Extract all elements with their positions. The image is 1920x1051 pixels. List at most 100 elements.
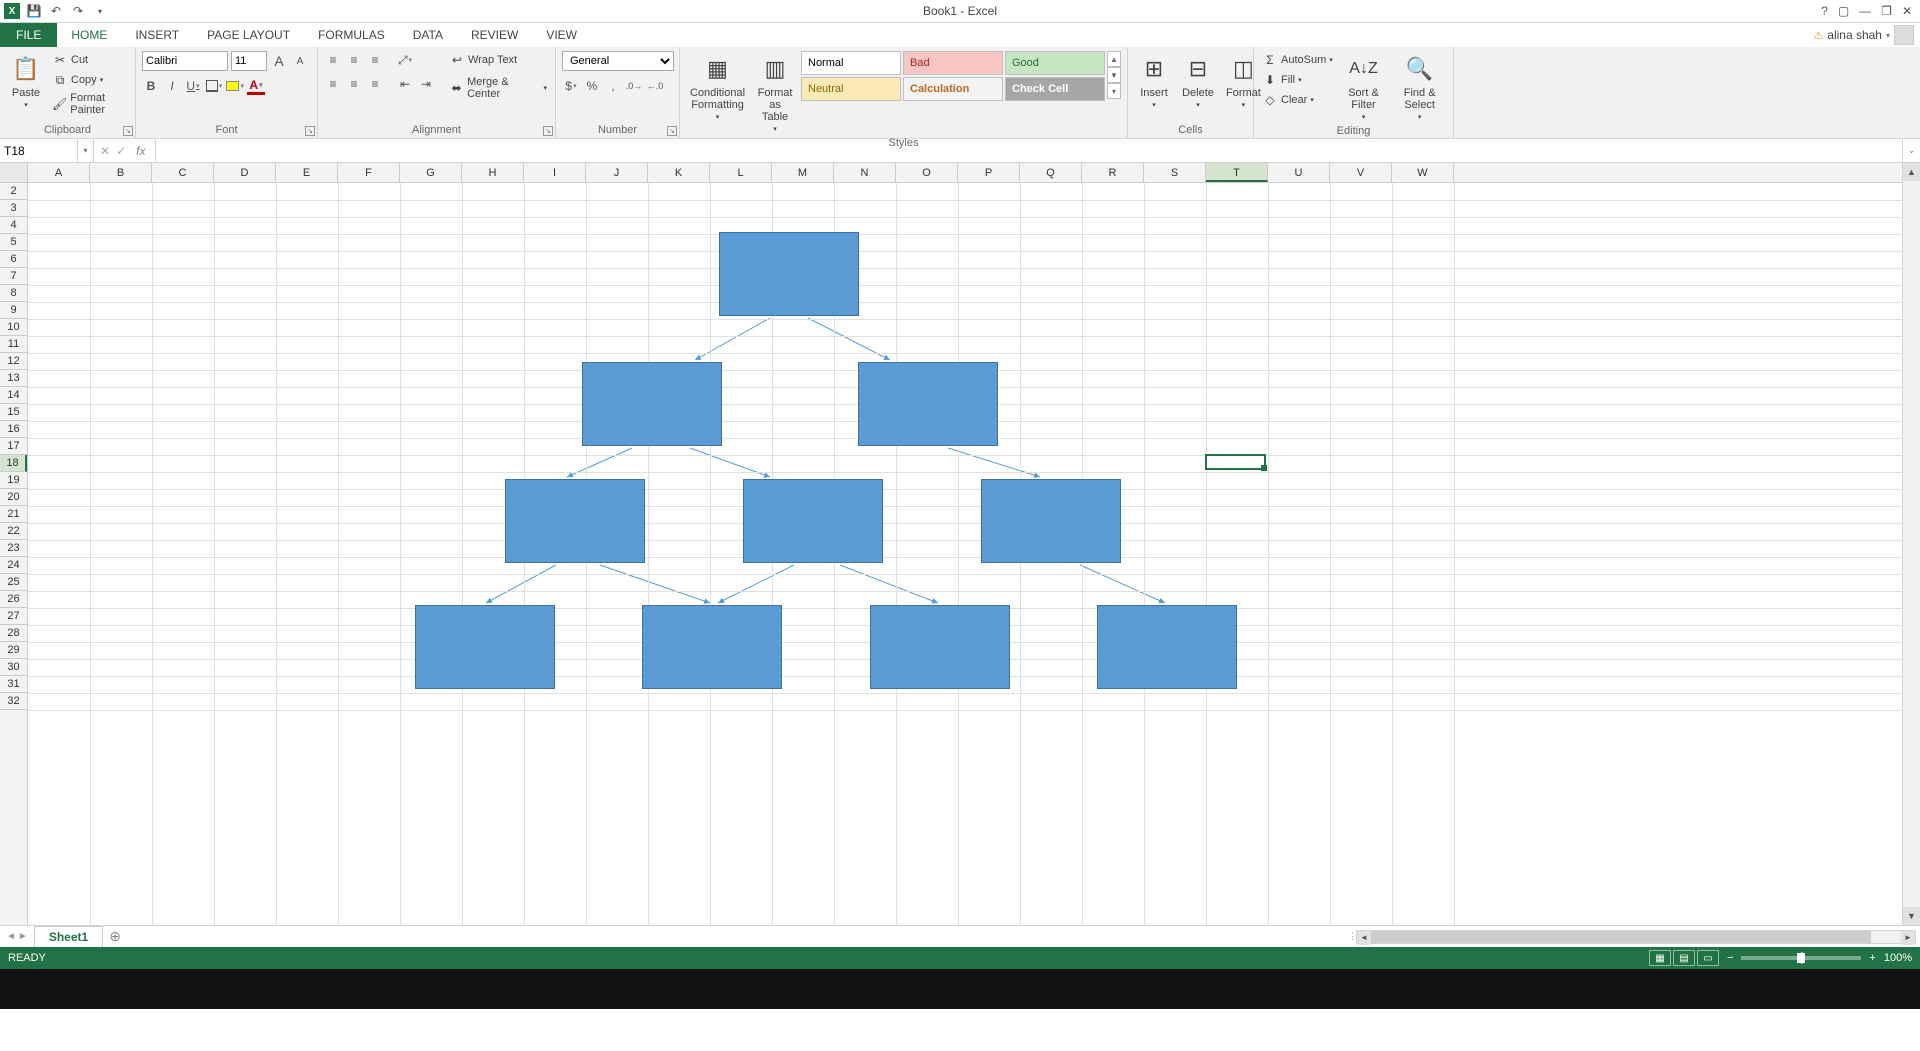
row-header-25[interactable]: 25 — [0, 574, 27, 591]
undo-icon[interactable]: ↶ — [48, 3, 64, 19]
enter-formula-icon[interactable]: ✓ — [116, 144, 126, 158]
select-all-button[interactable] — [0, 163, 28, 182]
col-header-N[interactable]: N — [834, 163, 896, 182]
shape-rectangle[interactable] — [719, 232, 859, 316]
row-header-2[interactable]: 2 — [0, 183, 27, 200]
col-header-I[interactable]: I — [524, 163, 586, 182]
increase-indent-button[interactable]: ⇥ — [417, 75, 435, 93]
row-header-16[interactable]: 16 — [0, 421, 27, 438]
decrease-decimal-button[interactable]: ←.0 — [646, 77, 664, 95]
qat-customize-icon[interactable]: ▾ — [92, 3, 108, 19]
row-header-11[interactable]: 11 — [0, 336, 27, 353]
row-header-23[interactable]: 23 — [0, 540, 27, 557]
align-middle-button[interactable]: ≡ — [345, 51, 363, 69]
help-icon[interactable]: ? — [1821, 4, 1828, 18]
hscroll-right-icon[interactable]: ► — [1901, 931, 1915, 945]
col-header-M[interactable]: M — [772, 163, 834, 182]
col-header-S[interactable]: S — [1144, 163, 1206, 182]
col-header-D[interactable]: D — [214, 163, 276, 182]
row-header-17[interactable]: 17 — [0, 438, 27, 455]
sheet-nav-prev-icon[interactable]: ◄ — [6, 931, 16, 942]
tab-file[interactable]: FILE — [0, 23, 57, 47]
shape-rectangle[interactable] — [642, 605, 782, 689]
row-header-29[interactable]: 29 — [0, 642, 27, 659]
clipboard-dialog-launcher[interactable]: ↘ — [123, 126, 133, 136]
sheet-tab-sheet1[interactable]: Sheet1 — [34, 926, 103, 947]
row-header-22[interactable]: 22 — [0, 523, 27, 540]
merge-center-button[interactable]: ⬌Merge & Center▾ — [447, 75, 549, 101]
row-header-27[interactable]: 27 — [0, 608, 27, 625]
view-page-layout-icon[interactable]: ▤ — [1673, 950, 1695, 966]
wrap-text-button[interactable]: ↩Wrap Text — [447, 51, 549, 69]
delete-cells-button[interactable]: ⊟Delete▾ — [1178, 51, 1218, 111]
insert-cells-button[interactable]: ⊞Insert▾ — [1134, 51, 1174, 111]
col-header-A[interactable]: A — [28, 163, 90, 182]
hscroll-left-icon[interactable]: ◄ — [1357, 931, 1371, 945]
shape-rectangle[interactable] — [415, 605, 555, 689]
row-header-19[interactable]: 19 — [0, 472, 27, 489]
horizontal-scrollbar[interactable]: ⋮ ◄ ► — [127, 926, 1920, 947]
italic-button[interactable]: I — [163, 77, 181, 95]
alignment-dialog-launcher[interactable]: ↘ — [543, 126, 553, 136]
row-header-13[interactable]: 13 — [0, 370, 27, 387]
grow-font-button[interactable]: A — [270, 52, 288, 70]
gallery-more-icon[interactable]: ▾ — [1107, 83, 1121, 99]
shape-arrow[interactable] — [1080, 565, 1165, 603]
row-header-12[interactable]: 12 — [0, 353, 27, 370]
row-header-3[interactable]: 3 — [0, 200, 27, 217]
shape-arrow[interactable] — [840, 565, 938, 603]
row-header-26[interactable]: 26 — [0, 591, 27, 608]
align-bottom-button[interactable]: ≡ — [366, 51, 384, 69]
col-header-K[interactable]: K — [648, 163, 710, 182]
shape-rectangle[interactable] — [582, 362, 722, 446]
cancel-formula-icon[interactable]: ✕ — [100, 144, 110, 158]
orientation-button[interactable]: ⤢ — [396, 51, 414, 69]
style-good[interactable]: Good — [1005, 51, 1105, 75]
row-header-28[interactable]: 28 — [0, 625, 27, 642]
sheet-nav-next-icon[interactable]: ► — [18, 931, 28, 942]
decrease-indent-button[interactable]: ⇤ — [396, 75, 414, 93]
maximize-icon[interactable]: ❐ — [1881, 4, 1892, 18]
col-header-C[interactable]: C — [152, 163, 214, 182]
style-normal[interactable]: Normal — [801, 51, 901, 75]
shape-rectangle[interactable] — [870, 605, 1010, 689]
number-dialog-launcher[interactable]: ↘ — [667, 126, 677, 136]
style-neutral[interactable]: Neutral — [801, 77, 901, 101]
shape-rectangle[interactable] — [743, 479, 883, 563]
close-icon[interactable]: ✕ — [1902, 4, 1912, 18]
comma-button[interactable]: , — [604, 77, 622, 95]
format-painter-button[interactable]: 🖌Format Painter — [50, 91, 129, 117]
row-header-30[interactable]: 30 — [0, 659, 27, 676]
paste-button[interactable]: 📋 Paste ▾ — [6, 51, 46, 111]
col-header-L[interactable]: L — [710, 163, 772, 182]
shape-arrow[interactable] — [486, 565, 556, 603]
col-header-B[interactable]: B — [90, 163, 152, 182]
tab-home[interactable]: HOME — [57, 23, 121, 47]
style-check-cell[interactable]: Check Cell — [1005, 77, 1105, 101]
windows-taskbar[interactable] — [0, 969, 1920, 1009]
tab-formulas[interactable]: FORMULAS — [304, 23, 399, 47]
font-size-input[interactable] — [231, 51, 267, 71]
row-header-4[interactable]: 4 — [0, 217, 27, 234]
row-header-14[interactable]: 14 — [0, 387, 27, 404]
minimize-icon[interactable]: — — [1859, 4, 1871, 18]
shape-rectangle[interactable] — [858, 362, 998, 446]
cells-area[interactable] — [28, 183, 1902, 925]
ribbon-display-icon[interactable]: ▢ — [1838, 4, 1849, 18]
shape-arrow[interactable] — [600, 565, 710, 603]
row-header-5[interactable]: 5 — [0, 234, 27, 251]
row-header-9[interactable]: 9 — [0, 302, 27, 319]
view-normal-icon[interactable]: ▦ — [1649, 950, 1671, 966]
tab-page-layout[interactable]: PAGE LAYOUT — [193, 23, 304, 47]
shape-arrow[interactable] — [718, 565, 794, 603]
row-header-8[interactable]: 8 — [0, 285, 27, 302]
col-header-U[interactable]: U — [1268, 163, 1330, 182]
tab-view[interactable]: VIEW — [532, 23, 591, 47]
accounting-format-button[interactable]: $ — [562, 77, 580, 95]
row-header-31[interactable]: 31 — [0, 676, 27, 693]
zoom-out-button[interactable]: − — [1727, 952, 1733, 964]
col-header-W[interactable]: W — [1392, 163, 1454, 182]
shape-rectangle[interactable] — [505, 479, 645, 563]
fill-button[interactable]: ⬇Fill▾ — [1260, 71, 1335, 89]
align-center-button[interactable]: ≡ — [345, 75, 363, 93]
